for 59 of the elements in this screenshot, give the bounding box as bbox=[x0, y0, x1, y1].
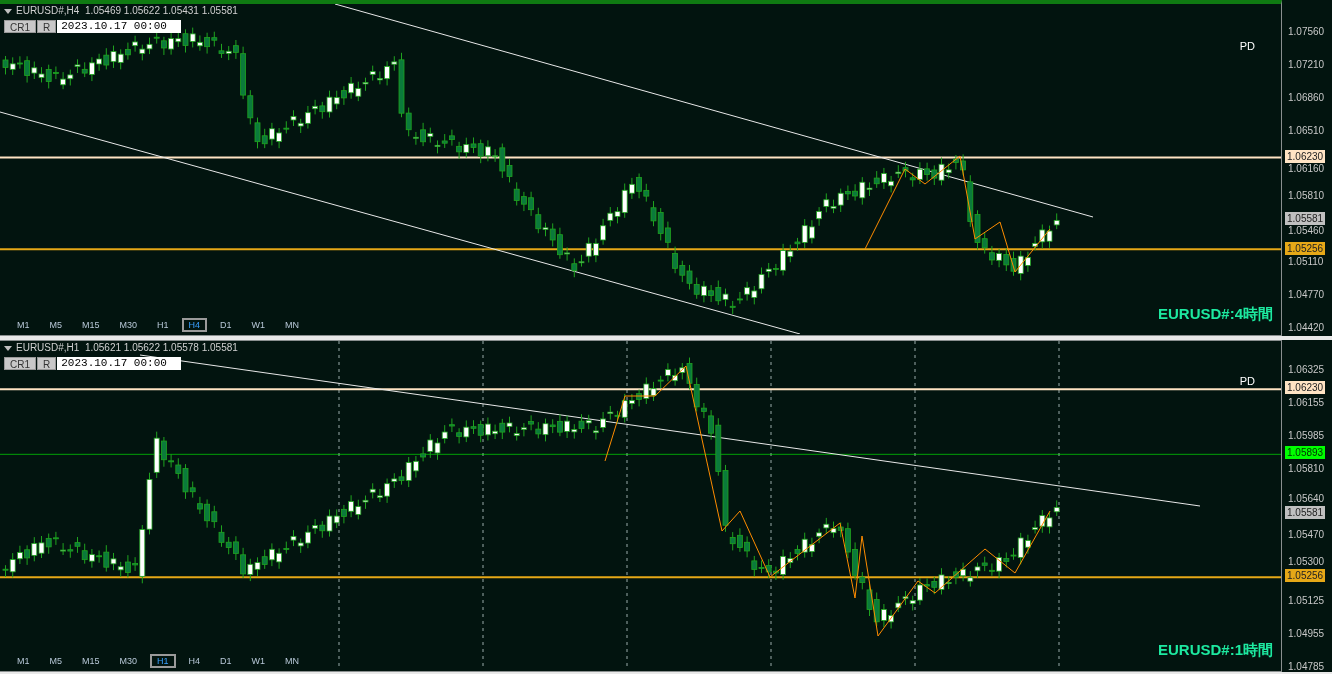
chart-symbol-info: EURUSD#,H1 1.05621 1.05622 1.05578 1.05581 bbox=[16, 341, 238, 355]
collapse-icon[interactable] bbox=[4, 8, 12, 14]
timeframe-tab[interactable]: M5 bbox=[42, 318, 70, 332]
price-axis-label: 1.04420 bbox=[1288, 322, 1325, 334]
price-axis-label: 1.04770 bbox=[1288, 289, 1325, 302]
collapse-icon[interactable] bbox=[4, 345, 12, 351]
chart-label: EURUSD#:1時間 bbox=[1157, 639, 1273, 660]
timeframe-tab[interactable]: MN bbox=[278, 654, 307, 668]
timeframe-tab[interactable]: M1 bbox=[10, 318, 37, 332]
timeframe-tab[interactable]: H1 bbox=[150, 654, 176, 668]
timeframe-tab[interactable]: H4 bbox=[181, 654, 208, 668]
price-marker: 1.05581 bbox=[1285, 506, 1326, 520]
price-marker: 1.06230 bbox=[1285, 150, 1326, 164]
timeframe-tab[interactable]: M30 bbox=[112, 318, 145, 332]
timeframe-tab[interactable]: W1 bbox=[244, 654, 273, 668]
timeframe-tab[interactable]: M15 bbox=[75, 318, 107, 332]
price-axis-label: 1.05460 bbox=[1288, 224, 1325, 237]
price-marker: 1.05256 bbox=[1285, 569, 1326, 583]
price-axis-label: 1.07210 bbox=[1288, 58, 1325, 71]
chart-tool-button[interactable]: R bbox=[37, 357, 57, 370]
price-axis-label: 1.05810 bbox=[1288, 463, 1325, 475]
price-axis-label: 1.04955 bbox=[1288, 628, 1325, 640]
price-marker: 1.05581 bbox=[1285, 211, 1326, 225]
price-axis-label: 1.05810 bbox=[1288, 190, 1325, 203]
price-marker: 1.05893 bbox=[1285, 446, 1326, 460]
price-axis-label: 1.04785 bbox=[1288, 661, 1325, 673]
price-axis-label: 1.05640 bbox=[1288, 493, 1325, 506]
timeframe-tab[interactable]: D1 bbox=[213, 654, 239, 668]
timeframe-tab[interactable]: M30 bbox=[112, 654, 145, 668]
price-axis-label: 1.06510 bbox=[1288, 124, 1325, 137]
timeframe-tab[interactable]: D1 bbox=[213, 318, 239, 332]
price-axis-label: 1.06860 bbox=[1288, 91, 1325, 104]
timeframe-tab[interactable]: M15 bbox=[75, 654, 107, 668]
price-axis-label: 1.05125 bbox=[1288, 595, 1325, 607]
price-axis-label: 1.07560 bbox=[1288, 26, 1325, 38]
chart-tool-button[interactable]: R bbox=[37, 20, 57, 33]
timeframe-tab[interactable]: H4 bbox=[181, 318, 208, 332]
chart-label: EURUSD#:4時間 bbox=[1157, 303, 1273, 324]
price-axis-label: 1.05985 bbox=[1288, 430, 1325, 442]
price-marker: 1.05256 bbox=[1285, 242, 1326, 256]
timeframe-tab[interactable]: H1 bbox=[150, 318, 176, 332]
timeframe-tab[interactable]: M5 bbox=[42, 654, 70, 668]
price-marker: 1.06230 bbox=[1285, 381, 1326, 395]
object-label: PD bbox=[1239, 39, 1255, 54]
date-field[interactable]: 2023.10.17 00:00 bbox=[57, 357, 182, 370]
price-axis-label: 1.05300 bbox=[1288, 556, 1325, 569]
timeframe-tab[interactable]: M1 bbox=[10, 654, 37, 668]
price-axis-label: 1.06155 bbox=[1288, 397, 1325, 409]
chart-tool-button[interactable]: CR1 bbox=[4, 20, 36, 33]
price-axis-label: 1.05470 bbox=[1288, 529, 1325, 541]
timeframe-tab[interactable]: W1 bbox=[244, 318, 273, 332]
price-axis-label: 1.06160 bbox=[1288, 163, 1325, 176]
price-axis-label: 1.05110 bbox=[1288, 256, 1324, 269]
chart-symbol-info: EURUSD#,H4 1.05469 1.05622 1.05431 1.05581 bbox=[16, 4, 238, 18]
timeframe-tab[interactable]: MN bbox=[278, 318, 307, 332]
price-axis-label: 1.06325 bbox=[1288, 364, 1325, 376]
object-label: PD bbox=[1239, 374, 1255, 389]
chart-tool-button[interactable]: CR1 bbox=[4, 357, 36, 370]
date-field[interactable]: 2023.10.17 00:00 bbox=[57, 20, 182, 33]
